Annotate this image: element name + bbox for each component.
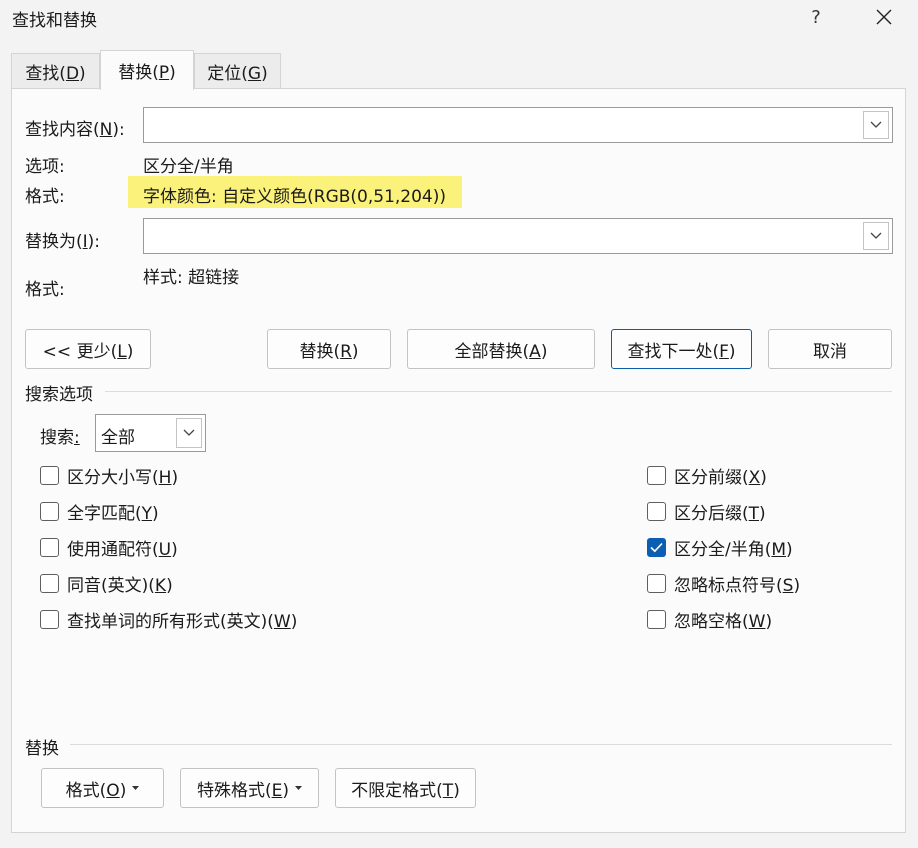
help-button[interactable]: ? [796, 0, 836, 34]
checkbox-box[interactable] [647, 502, 666, 521]
checkbox-sounds-like[interactable]: 同音(英文)(K) [40, 571, 173, 596]
checkbox-box[interactable] [40, 502, 59, 521]
search-direction-select[interactable]: 全部 [95, 414, 206, 452]
checkbox-whole-word[interactable]: 全字匹配(Y) [40, 499, 159, 524]
checkbox-box[interactable] [647, 610, 666, 629]
close-button[interactable] [862, 0, 906, 34]
less-button[interactable]: << 更少(L) [25, 329, 151, 369]
options-label: 选项: [25, 157, 65, 177]
chevron-down-icon [870, 232, 882, 239]
search-options-header: 搜索选项 [25, 385, 93, 405]
checkbox-ignore-punctuation[interactable]: 忽略标点符号(S) [647, 571, 800, 596]
search-options-divider [105, 391, 892, 392]
find-format-value: 字体颜色: 自定义颜色(RGB(0,51,204)) [143, 187, 447, 207]
tab-goto-label: 定位(G) [207, 64, 268, 84]
replace-dropdown-button[interactable] [863, 222, 889, 250]
search-direction-value: 全部 [101, 428, 135, 448]
checkbox-match-prefix[interactable]: 区分前缀(X) [647, 463, 767, 488]
find-format-label: 格式: [25, 187, 65, 207]
replace-input[interactable] [143, 218, 893, 254]
format-button[interactable]: 格式(O) [41, 768, 164, 808]
checkbox-full-half-width[interactable]: 区分全/半角(M) [647, 535, 793, 560]
replace-button[interactable]: 替换(R) [267, 329, 391, 369]
find-input[interactable] [143, 107, 893, 143]
find-next-button[interactable]: 查找下一处(F) [611, 329, 752, 369]
close-icon [876, 9, 892, 25]
options-value: 区分全/半角 [143, 157, 234, 177]
cancel-button[interactable]: 取消 [768, 329, 892, 369]
replace-label: 替换为(I): [25, 232, 101, 252]
tab-goto[interactable]: 定位(G) [194, 53, 281, 89]
find-dropdown-button[interactable] [863, 111, 889, 139]
checkbox-match-suffix[interactable]: 区分后缀(T) [647, 499, 766, 524]
chevron-down-icon [183, 429, 195, 436]
tab-find-label: 查找(D) [25, 64, 86, 84]
replace-all-button[interactable]: 全部替换(A) [407, 329, 595, 369]
replace-format-value: 样式: 超链接 [143, 268, 240, 288]
window-title: 查找和替换 [12, 11, 97, 31]
checkbox-box[interactable] [40, 538, 59, 557]
caret-down-icon [295, 786, 303, 790]
chevron-down-icon [870, 121, 882, 128]
find-label: 查找内容(N): [25, 120, 125, 140]
checkbox-all-word-forms[interactable]: 查找单词的所有形式(英文)(W) [40, 607, 297, 632]
replace-section-divider [70, 744, 892, 745]
checkbox-box-checked[interactable] [647, 538, 666, 557]
special-format-button[interactable]: 特殊格式(E) [180, 768, 319, 808]
tab-find[interactable]: 查找(D) [11, 53, 100, 89]
checkbox-box[interactable] [647, 466, 666, 485]
checkbox-ignore-whitespace[interactable]: 忽略空格(W) [647, 607, 772, 632]
checkbox-box[interactable] [40, 466, 59, 485]
caret-down-icon [132, 786, 140, 790]
checkbox-box[interactable] [647, 574, 666, 593]
checkbox-match-case[interactable]: 区分大小写(H) [40, 463, 178, 488]
replace-format-label: 格式: [25, 280, 65, 300]
replace-section-header: 替换 [25, 739, 59, 759]
search-label: 搜索: [40, 428, 80, 448]
tab-replace-label: 替换(P) [118, 63, 176, 83]
search-direction-dropdown[interactable] [176, 418, 202, 448]
no-formatting-button[interactable]: 不限定格式(T) [335, 768, 476, 808]
checkbox-wildcards[interactable]: 使用通配符(U) [40, 535, 178, 560]
tab-replace[interactable]: 替换(P) [100, 50, 194, 90]
checkmark-icon [650, 542, 663, 553]
checkbox-box[interactable] [40, 574, 59, 593]
checkbox-box[interactable] [40, 610, 59, 629]
